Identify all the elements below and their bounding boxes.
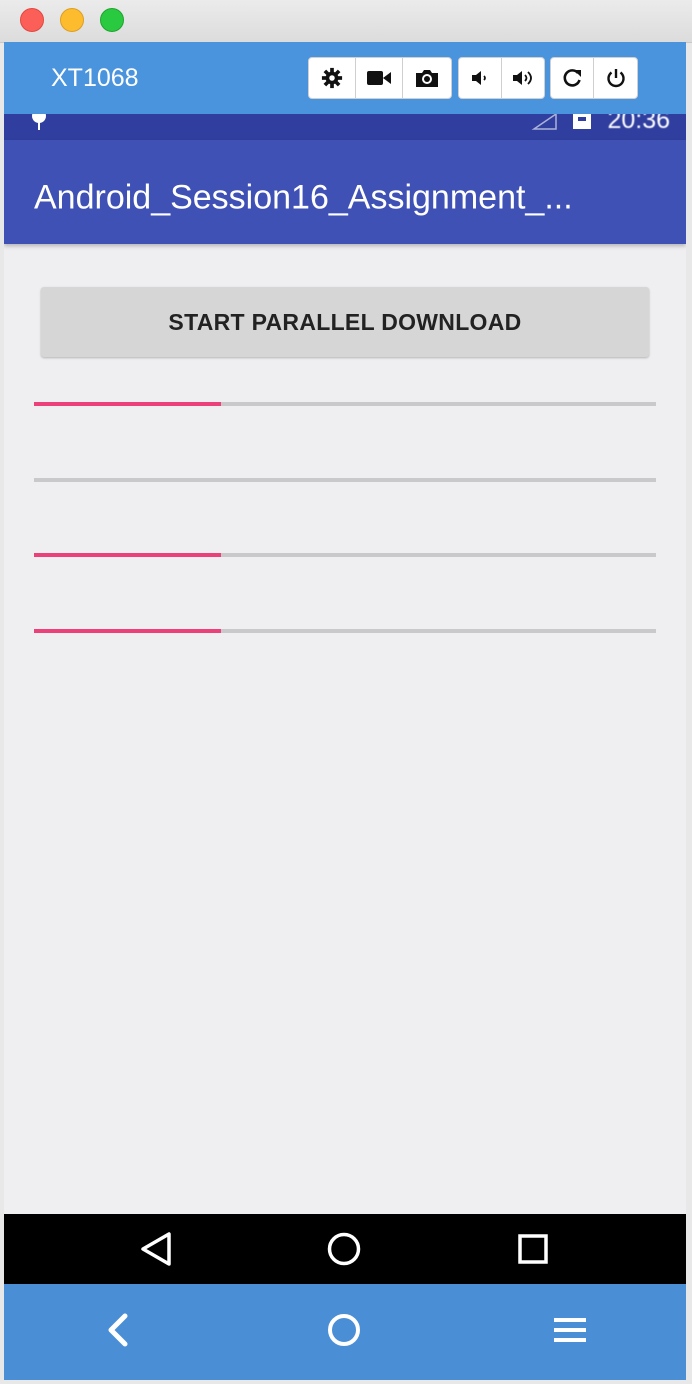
android-navigation-bar [4,1214,686,1284]
device-name: XT1068 [51,64,139,92]
media-button-group [308,57,452,99]
app-title: Android_Session16_Assignment_... [34,178,573,217]
volume-down-icon [471,71,486,85]
progress-bar-1 [34,402,656,406]
progress-bar-3 [34,553,656,557]
rotate-button[interactable] [551,58,595,98]
simulator-window: XT1068 20:36 Android_Session16_Assignmen… [0,0,692,1384]
home-circle-icon [327,1232,361,1266]
rotate-icon [563,69,581,87]
start-parallel-download-button[interactable]: START PARALLEL DOWNLOAD [41,287,649,357]
android-back-button[interactable] [134,1231,178,1267]
power-icon [606,69,625,88]
battery-icon [573,114,591,129]
progress-bar-4 [34,629,656,633]
volume-down-button[interactable] [459,58,502,98]
simulator-home-button[interactable] [326,1312,362,1348]
minimize-window-button[interactable] [60,8,84,32]
power-button[interactable] [594,58,637,98]
close-window-button[interactable] [20,8,44,32]
android-status-bar: 20:36 [4,114,686,140]
android-recents-button[interactable] [515,1231,551,1267]
camera-icon [415,70,438,87]
simulator-back-button[interactable] [100,1312,136,1348]
screenshot-button[interactable] [403,58,450,98]
zoom-window-button[interactable] [100,8,124,32]
progress-bar-1-fill [34,402,221,406]
volume-button-group [458,57,545,99]
device-screen: 20:36 Android_Session16_Assignment_... S… [4,114,686,1214]
progress-bar-3-fill [34,553,221,557]
chevron-left-icon [108,1313,128,1347]
gear-icon [321,67,343,89]
signal-icon [531,114,557,130]
circle-home-icon [328,1314,360,1346]
menu-icon [554,1318,586,1342]
progress-bar-4-fill [34,629,221,633]
power-button-group [550,57,638,99]
window-titlebar [0,0,692,43]
settings-button[interactable] [309,58,356,98]
app-bar: Android_Session16_Assignment_... [4,140,686,244]
location-pin-icon [32,114,46,130]
status-time: 20:36 [607,114,670,134]
volume-up-button[interactable] [502,58,544,98]
simulator-menu-button[interactable] [552,1312,588,1348]
volume-up-icon [512,71,532,85]
record-video-button[interactable] [356,58,403,98]
back-triangle-icon [141,1232,171,1266]
video-camera-icon [367,71,391,85]
simulator-bottom-bar [4,1284,686,1380]
device-toolbar: XT1068 [4,42,686,114]
recents-square-icon [518,1234,548,1264]
progress-bar-2 [34,478,656,482]
android-home-button[interactable] [325,1231,363,1267]
